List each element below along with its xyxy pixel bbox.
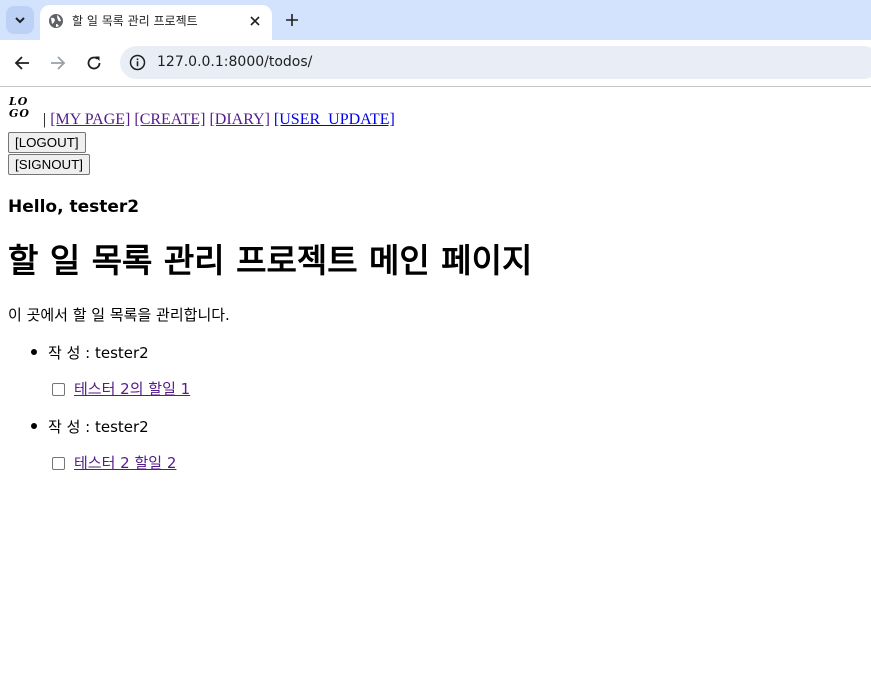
bullet xyxy=(31,349,37,355)
todo-author: 작 성 : tester2 xyxy=(48,418,149,436)
page-content: LO GO | [MY PAGE] [CREATE] [DIARY] [USER… xyxy=(0,87,871,676)
list-item: 작 성 : tester2 테스터 2의 할일 1 xyxy=(0,337,400,411)
nav-separator: | xyxy=(43,111,47,128)
todo-link[interactable]: 테스터 2 할일 2 xyxy=(74,453,176,473)
nav-link-diary[interactable]: [DIARY] xyxy=(209,111,269,128)
page-title: 할 일 목록 관리 프로젝트 메인 페이지 xyxy=(8,241,533,280)
tab-title: 할 일 목록 관리 프로젝트 xyxy=(72,14,198,28)
todo-list: 작 성 : tester2 테스터 2의 할일 1 작 성 : tester2 … xyxy=(0,337,400,485)
todo-checkbox[interactable] xyxy=(52,383,65,396)
logout-button[interactable]: [LOGOUT] xyxy=(8,132,86,153)
close-icon[interactable] xyxy=(247,13,263,29)
bullet xyxy=(31,423,37,429)
page-description: 이 곳에서 할 일 목록을 관리합니다. xyxy=(8,306,230,324)
address-bar[interactable]: 127.0.0.1:8000/todos/ xyxy=(120,46,871,79)
nav-link-user-update[interactable]: [USER_UPDATE] xyxy=(274,111,395,128)
tab-strip: 할 일 목록 관리 프로젝트 xyxy=(0,0,871,40)
info-icon[interactable] xyxy=(129,54,146,71)
logo[interactable]: LO GO xyxy=(9,96,37,122)
todo-checkbox[interactable] xyxy=(52,457,65,470)
arrow-left-icon xyxy=(14,56,29,70)
new-tab-button[interactable] xyxy=(282,10,302,30)
reload-icon xyxy=(87,56,101,70)
signout-button[interactable]: [SIGNOUT] xyxy=(8,154,90,175)
todo-link[interactable]: 테스터 2의 할일 1 xyxy=(74,379,190,399)
logo-line-2: GO xyxy=(9,107,30,120)
reload-button[interactable] xyxy=(83,52,105,74)
globe-icon xyxy=(49,14,63,28)
todo-author: 작 성 : tester2 xyxy=(48,344,149,362)
nav-link-create[interactable]: [CREATE] xyxy=(134,111,205,128)
back-button[interactable] xyxy=(11,52,33,74)
url-text[interactable]: 127.0.0.1:8000/todos/ xyxy=(157,54,312,71)
tab-search-button[interactable] xyxy=(6,6,34,34)
nav-links: | [MY PAGE] [CREATE] [DIARY] [USER_UPDAT… xyxy=(43,110,395,129)
plus-icon xyxy=(286,14,298,26)
browser-tab[interactable]: 할 일 목록 관리 프로젝트 xyxy=(40,5,272,40)
arrow-right-icon xyxy=(51,56,66,70)
nav-link-my-page[interactable]: [MY PAGE] xyxy=(50,111,130,128)
list-item: 작 성 : tester2 테스터 2 할일 2 xyxy=(0,411,400,485)
chevron-down-icon xyxy=(15,17,25,24)
browser-toolbar: 127.0.0.1:8000/todos/ xyxy=(0,40,871,87)
greeting: Hello, tester2 xyxy=(8,197,140,217)
forward-button[interactable] xyxy=(47,52,69,74)
